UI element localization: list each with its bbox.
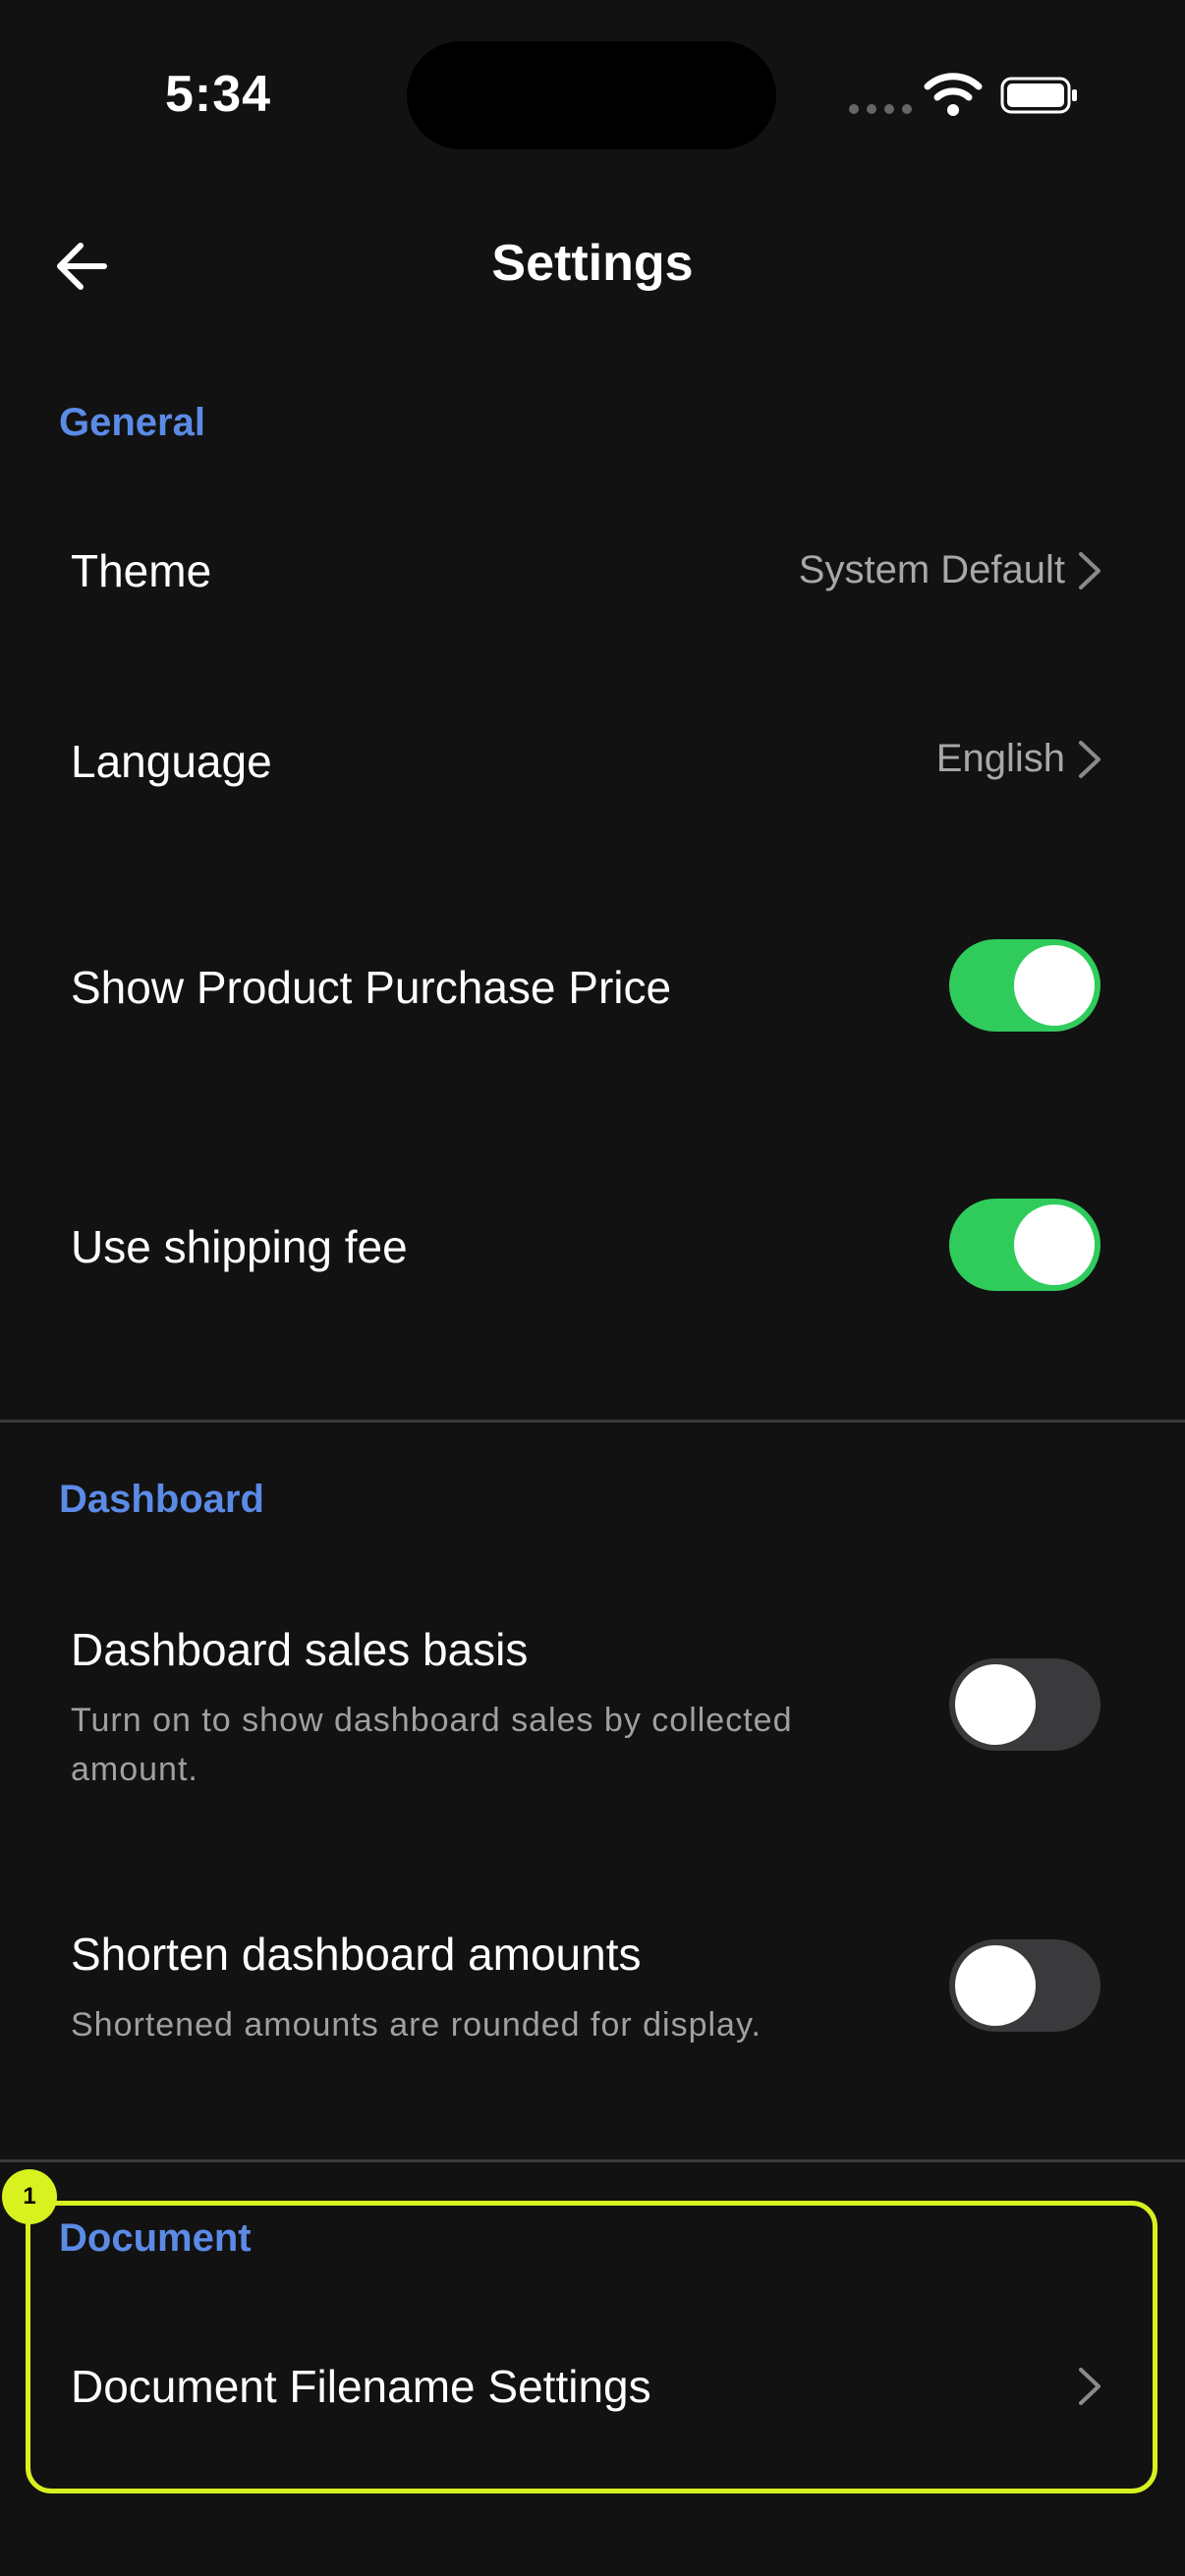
battery-icon — [1000, 77, 1077, 114]
toggle-knob — [955, 1664, 1036, 1745]
shorten-amounts-label: Shorten dashboard amounts — [71, 1929, 642, 1980]
page-title: Settings — [491, 235, 694, 292]
shorten-amounts-toggle[interactable] — [949, 1939, 1100, 2032]
section-divider — [0, 2159, 1185, 2162]
shorten-amounts-description: Shortened amounts are rounded for displa… — [71, 2006, 762, 2044]
theme-row[interactable]: Theme System Default — [0, 491, 1185, 654]
annotation-highlight-box — [26, 2201, 1157, 2493]
language-row[interactable]: Language English — [0, 682, 1185, 845]
chevron-right-icon — [1079, 552, 1100, 589]
theme-label: Theme — [71, 545, 212, 596]
sales-basis-description: Turn on to show dashboard sales by colle… — [71, 1702, 793, 1788]
section-general-label: General — [59, 401, 205, 444]
annotation-badge: 1 — [2, 2169, 57, 2224]
section-divider — [0, 1420, 1185, 1423]
toggle-knob — [1014, 945, 1095, 1026]
language-value: English — [935, 737, 1065, 780]
sales-basis-toggle[interactable] — [949, 1658, 1100, 1751]
show-purchase-price-label: Show Product Purchase Price — [71, 962, 672, 1013]
cellular-signal-icon — [849, 104, 912, 114]
status-time: 5:34 — [165, 66, 272, 123]
section-dashboard-label: Dashboard — [59, 1478, 264, 1521]
chevron-right-icon — [1079, 741, 1100, 778]
shipping-fee-toggle[interactable] — [949, 1199, 1100, 1291]
dynamic-island — [407, 41, 776, 149]
shipping-fee-label: Use shipping fee — [71, 1221, 408, 1272]
sales-basis-label: Dashboard sales basis — [71, 1624, 529, 1675]
show-purchase-price-toggle[interactable] — [949, 939, 1100, 1032]
wifi-icon — [924, 73, 983, 116]
toggle-knob — [1014, 1204, 1095, 1285]
toggle-knob — [955, 1945, 1036, 2026]
language-label: Language — [71, 736, 272, 787]
theme-value: System Default — [798, 548, 1065, 591]
